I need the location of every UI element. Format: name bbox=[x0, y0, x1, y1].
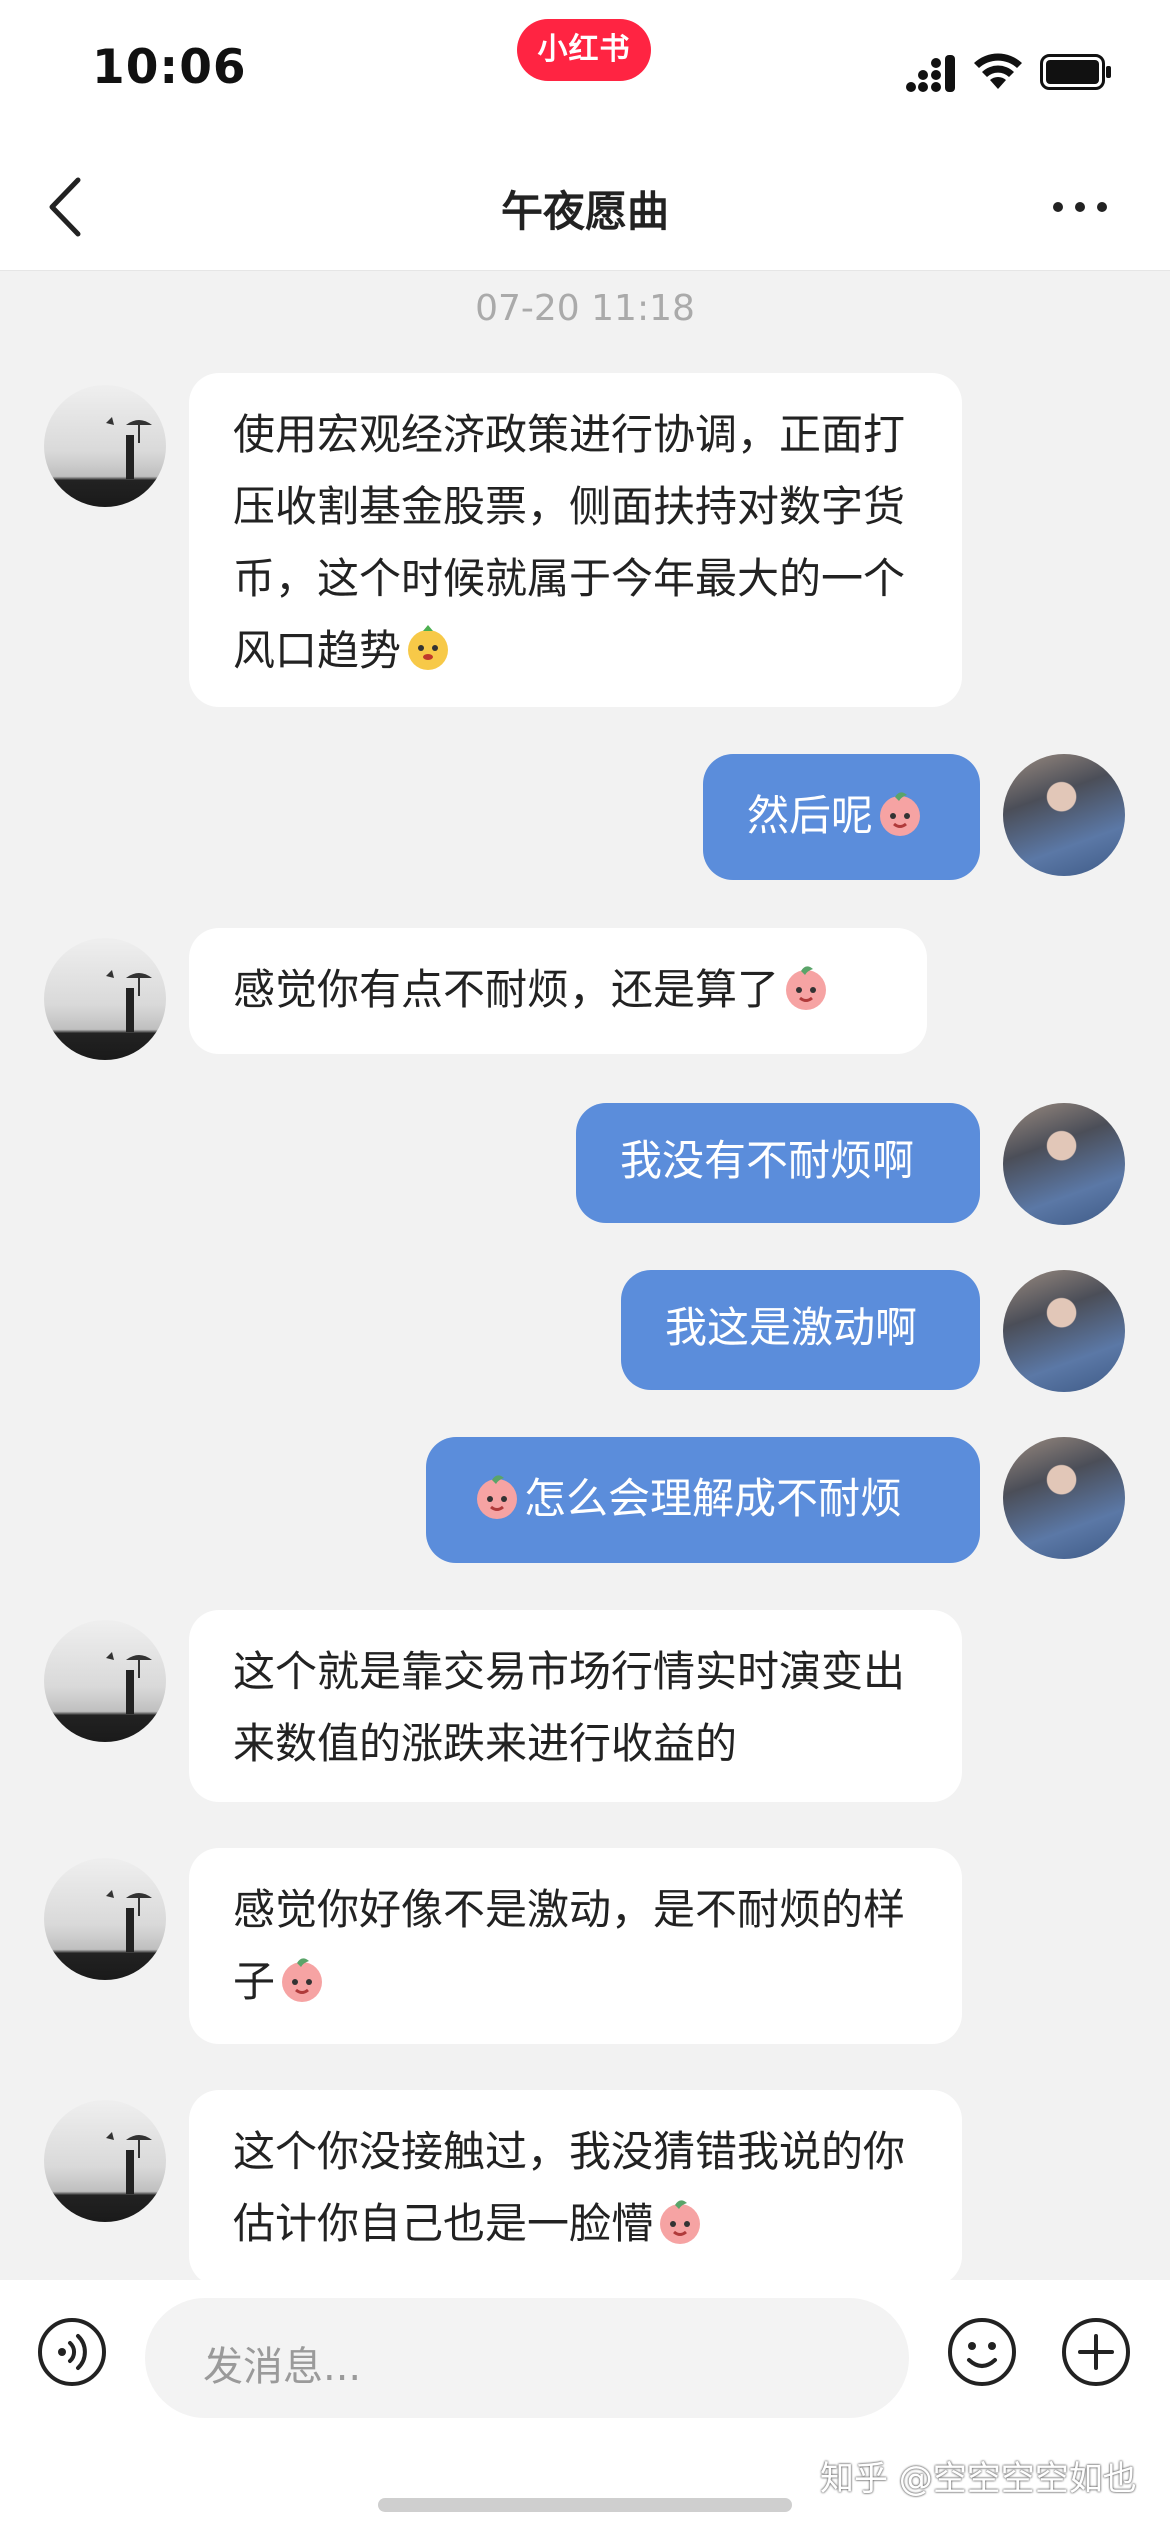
peach-emoji-icon bbox=[880, 792, 921, 836]
message-bubble-incoming[interactable]: 这个就是靠交易市场行情实时演变出来数值的涨跌来进行收益的 bbox=[189, 1610, 962, 1802]
nav-bar: 午夜愿曲 bbox=[0, 150, 1170, 271]
voice-input-icon[interactable] bbox=[36, 2316, 108, 2388]
message-bubble-incoming[interactable]: 使用宏观经济政策进行协调，正面打压收割基金股票，侧面扶持对数字货币，这个时候就属… bbox=[189, 373, 962, 707]
my-avatar[interactable] bbox=[1003, 1437, 1125, 1559]
status-bar: 10:06 小红书 bbox=[0, 0, 1170, 150]
peach-emoji-icon bbox=[282, 1958, 323, 2002]
message-bubble-incoming[interactable]: 感觉你有点不耐烦，还是算了 bbox=[189, 928, 927, 1054]
peach-emoji-icon bbox=[477, 1475, 517, 1519]
message-bubble-incoming[interactable]: 感觉你好像不是激动，是不耐烦的样子 bbox=[189, 1848, 962, 2044]
message-bubble-outgoing[interactable]: 然后呢 bbox=[703, 754, 980, 880]
message-input-bar: 发消息... 知乎 @空空空空如也 bbox=[0, 2280, 1170, 2532]
message-text: 感觉你有点不耐烦，还是算了 bbox=[233, 965, 780, 1014]
chat-title: 午夜愿曲 bbox=[500, 187, 669, 236]
my-avatar[interactable] bbox=[1003, 754, 1125, 876]
message-input-placeholder: 发消息... bbox=[203, 2344, 362, 2390]
message-text: 然后呢 bbox=[747, 791, 874, 840]
contact-avatar[interactable] bbox=[44, 1620, 166, 1742]
message-bubble-outgoing[interactable]: 怎么会理解成不耐烦 bbox=[426, 1437, 980, 1563]
my-avatar[interactable] bbox=[1003, 1270, 1125, 1392]
watermark: 知乎 @空空空空如也 bbox=[820, 2459, 1137, 2499]
emoji-picker-icon[interactable] bbox=[946, 2316, 1018, 2388]
message-text: 怎么会理解成不耐烦 bbox=[524, 1474, 903, 1523]
contact-avatar[interactable] bbox=[44, 2100, 166, 2222]
message-text: 使用宏观经济政策进行协调，正面打压收割基金股票，侧面扶持对数字货币，这个时候就属… bbox=[233, 410, 906, 675]
peach-emoji-icon bbox=[660, 2200, 701, 2244]
message-bubble-incoming[interactable]: 这个你没接触过，我没猜错我说的你估计你自己也是一脸懵 bbox=[189, 2090, 962, 2286]
status-time: 10:06 bbox=[92, 40, 247, 95]
brand-logo: 小红书 bbox=[517, 19, 651, 81]
message-text: 我这是激动啊 bbox=[665, 1303, 918, 1352]
message-text: 这个就是靠交易市场行情实时演变出来数值的涨跌来进行收益的 bbox=[233, 1647, 906, 1768]
peach-emoji-icon bbox=[786, 966, 827, 1010]
add-attachment-icon[interactable] bbox=[1060, 2316, 1132, 2388]
message-text: 我没有不耐烦啊 bbox=[620, 1136, 915, 1185]
message-bubble-outgoing[interactable]: 我这是激动啊 bbox=[621, 1270, 980, 1390]
contact-avatar[interactable] bbox=[44, 938, 166, 1060]
home-indicator[interactable] bbox=[378, 2498, 792, 2512]
my-avatar[interactable] bbox=[1003, 1103, 1125, 1225]
message-input[interactable]: 发消息... bbox=[145, 2298, 909, 2418]
chat-timestamp: 07-20 11:18 bbox=[475, 288, 695, 329]
wifi-icon bbox=[974, 53, 1022, 89]
message-bubble-outgoing[interactable]: 我没有不耐烦啊 bbox=[576, 1103, 980, 1223]
battery-icon bbox=[1040, 54, 1111, 90]
contact-avatar[interactable] bbox=[44, 1858, 166, 1980]
cellular-signal-icon bbox=[906, 55, 955, 92]
more-icon[interactable] bbox=[1050, 190, 1110, 224]
puppy-emoji-icon bbox=[408, 625, 449, 670]
contact-avatar[interactable] bbox=[44, 385, 166, 507]
message-text: 这个你没接触过，我没猜错我说的你估计你自己也是一脸懵 bbox=[233, 2127, 906, 2248]
message-text: 感觉你好像不是激动，是不耐烦的样子 bbox=[233, 1885, 906, 2006]
